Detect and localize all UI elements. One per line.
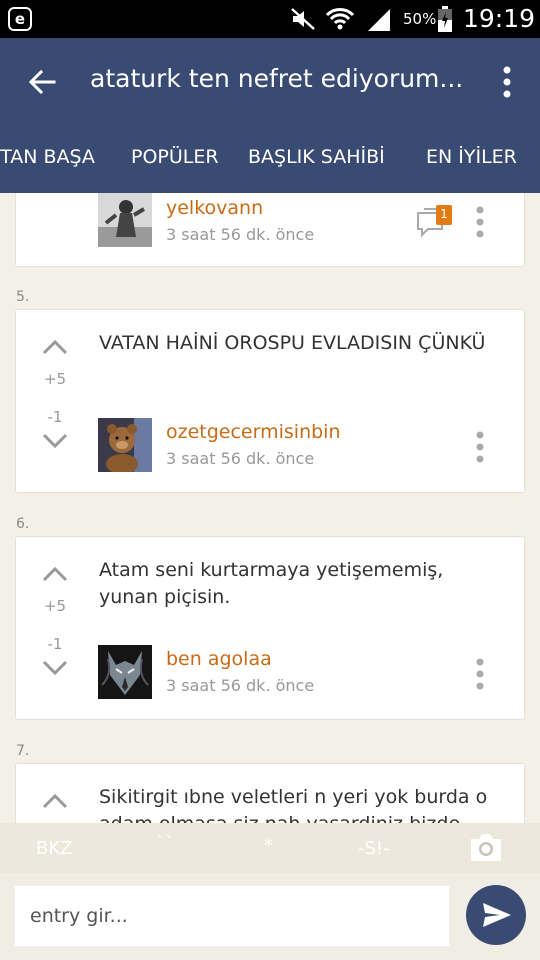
tab-en-iyiler[interactable]: EN İYİLER — [426, 146, 517, 168]
entry-number: 5. — [16, 289, 30, 305]
more-options-icon[interactable] — [474, 658, 486, 690]
send-icon — [483, 903, 511, 927]
input-bar — [0, 873, 540, 960]
entry-text: VATAN HAİNİ OROSPU EVLADISIN ÇÜNKÜ — [99, 332, 486, 354]
entry-input[interactable] — [15, 886, 449, 946]
comment-count-badge: 1 — [440, 207, 448, 221]
tab-bar: BAŞTAN BAŞA POPÜLER BAŞLIK SAHİBİ EN İYİ… — [0, 125, 540, 193]
app-bar: ataturk ten nefret ediyorum... — [0, 38, 540, 125]
upvote-count: +5 — [43, 597, 67, 615]
entry-time: 3 saat 56 dk. önce — [166, 676, 315, 695]
vote-control: +5 -1 — [38, 336, 72, 452]
status-bar: e 50% 19:19 — [0, 0, 540, 38]
entry-number: 6. — [16, 516, 30, 532]
author-name[interactable]: yelkovann — [166, 197, 263, 219]
entry-card: yelkovann 3 saat 56 dk. önce 1 — [15, 193, 525, 267]
tab-bastan-basa[interactable]: BAŞTAN BAŞA — [0, 146, 95, 168]
entry-card: Sikitirgit ıbne veletleri n yeri yok bur… — [15, 763, 525, 823]
spoiler-button[interactable]: -S!- — [358, 838, 390, 859]
author-name[interactable]: ben agolaa — [166, 648, 272, 670]
avatar[interactable] — [98, 645, 152, 699]
more-options-icon[interactable] — [474, 431, 486, 463]
asterisk-button[interactable]: * — [264, 835, 273, 856]
author-name[interactable]: ozetgecermisinbin — [166, 421, 341, 443]
upvote-icon[interactable] — [40, 790, 70, 812]
upvote-icon[interactable] — [40, 563, 70, 585]
topic-title: ataturk ten nefret ediyorum... — [90, 64, 464, 93]
vote-control: +5 -1 — [38, 563, 72, 679]
tab-baslik-sahibi[interactable]: BAŞLIK SAHİBİ — [248, 146, 385, 168]
battery-percent: 50% — [403, 10, 437, 28]
entry-text: Atam seni kurtarmaya yetişememiş, yunan … — [99, 559, 444, 608]
bkz-button[interactable]: BKZ — [36, 838, 72, 859]
downvote-icon[interactable] — [40, 657, 70, 679]
entry-text: Sikitirgit ıbne veletleri n yeri yok bur… — [99, 786, 488, 823]
entry-time: 3 saat 56 dk. önce — [166, 225, 315, 244]
entry-number: 7. — [16, 743, 30, 759]
entry-card: VATAN HAİNİ OROSPU EVLADISIN ÇÜNKÜ +5 -1… — [15, 309, 525, 493]
comment-icon[interactable]: 1 — [416, 203, 456, 239]
vote-control — [38, 790, 72, 812]
entry-time: 3 saat 56 dk. önce — [166, 449, 315, 468]
wifi-icon — [325, 8, 355, 30]
camera-icon[interactable] — [469, 831, 503, 863]
mute-icon — [291, 8, 315, 30]
entry-card: Atam seni kurtarmaya yetişememiş, yunan … — [15, 536, 525, 720]
more-options-icon[interactable] — [474, 206, 486, 238]
downvote-icon[interactable] — [40, 430, 70, 452]
signal-icon — [368, 9, 390, 31]
entry-list[interactable]: yelkovann 3 saat 56 dk. önce 1 5. VATAN … — [0, 193, 540, 823]
downvote-count: -1 — [47, 635, 63, 653]
send-button[interactable] — [466, 885, 526, 945]
tab-populer[interactable]: POPÜLER — [131, 146, 219, 168]
back-arrow-icon[interactable] — [24, 64, 60, 100]
overflow-menu-icon[interactable] — [494, 62, 520, 102]
battery-icon — [438, 6, 452, 32]
format-toolbar: BKZ `` * -S!- — [0, 823, 540, 873]
avatar[interactable] — [98, 193, 152, 247]
upvote-icon[interactable] — [40, 336, 70, 358]
avatar[interactable] — [98, 418, 152, 472]
backtick-button[interactable]: `` — [156, 833, 174, 854]
app-notification-icon: e — [8, 7, 32, 31]
clock: 19:19 — [463, 4, 536, 33]
upvote-count: +5 — [43, 370, 67, 388]
downvote-count: -1 — [47, 408, 63, 426]
